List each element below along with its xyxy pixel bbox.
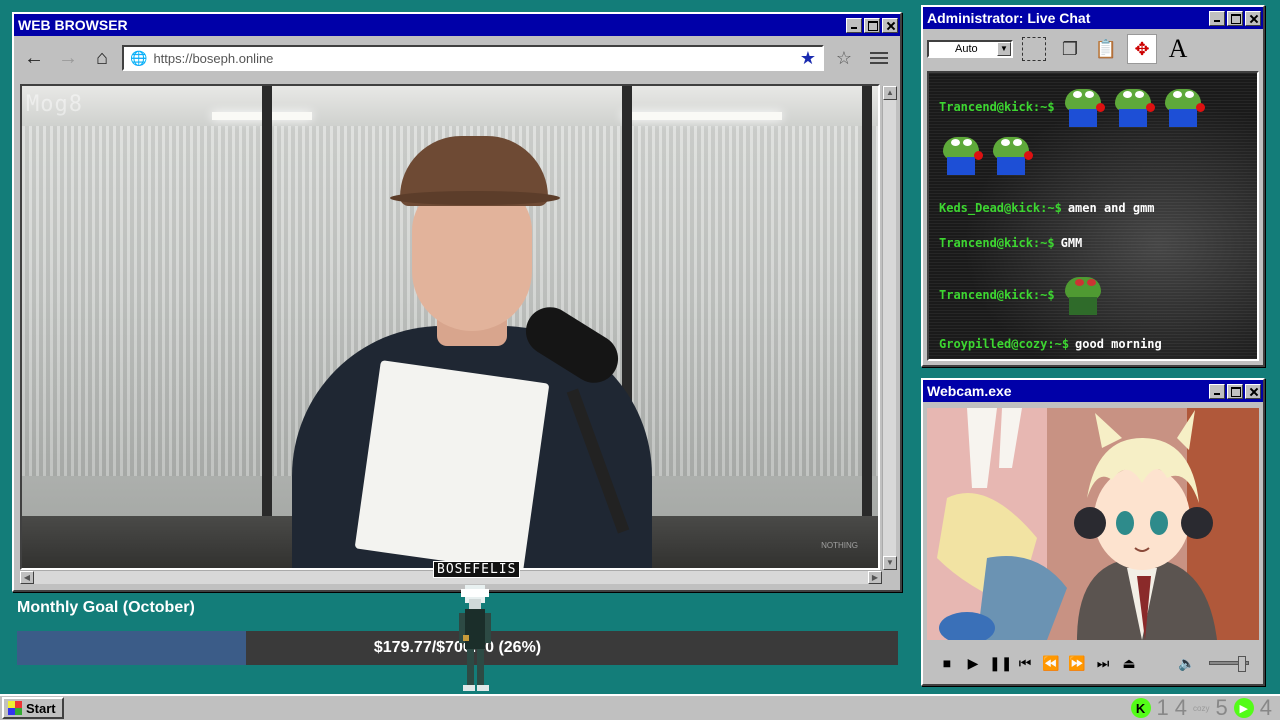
menu-icon[interactable] [864,52,894,64]
chat-username: Keds_Dead@kick:~$ [939,201,1062,215]
url-input[interactable] [153,50,794,66]
taskbar: Start K 1 4 cozy 5 ▶ 4 [0,694,1280,720]
maximize-button[interactable] [1227,383,1243,399]
media-controls: ■ ▶ ❚❚ ⏮ ⏪ ⏩ ⏭ ⏏ 🔈 [927,646,1259,680]
forward-arrow-icon[interactable]: → [54,44,82,72]
volume-icon[interactable]: 🔈 [1177,655,1197,672]
angry-frog-emote-icon [1061,275,1105,315]
select-tool-icon[interactable] [1019,34,1049,64]
video-frame: Mog8 NOTHING [22,86,878,568]
frog-emote-icon [989,135,1033,175]
chat-message: Groypilled@cozy:~$ good morning [939,337,1162,351]
browser-window: WEB BROWSER ← → ⌂ 🌐 ★ ☆ [12,12,902,592]
start-label: Start [26,700,56,716]
chat-username: Groypilled@cozy:~$ [939,337,1070,351]
browser-title: WEB BROWSER [18,17,128,33]
chat-text: GMM [1060,236,1083,250]
browser-toolbar: ← → ⌂ 🌐 ★ ☆ [14,36,900,80]
chat-message: Keds_Dead@kick:~$ amen and gmm [939,201,1155,215]
frog-emote-icon [1161,87,1205,127]
chat-message: Trancend@kick:~$ GMM [939,236,1082,250]
windows-logo-icon [8,701,22,715]
tray-count-3: 5 [1215,695,1228,720]
scroll-up-icon[interactable]: ▲ [883,86,897,100]
system-tray: K 1 4 cozy 5 ▶ 4 [1130,695,1272,720]
frog-emote-icon [939,135,983,175]
pause-icon[interactable]: ❚❚ [989,655,1012,672]
stop-icon[interactable]: ■ [937,655,957,671]
video-watermark: Mog8 [26,92,83,117]
skip-forward-icon[interactable]: ⏭ [1093,655,1113,672]
move-icon[interactable]: ✥ [1127,34,1157,64]
kick-logo-icon[interactable]: K [1130,698,1151,718]
scroll-left-icon[interactable]: ◀ [20,571,34,584]
globe-icon: 🌐 [130,49,148,66]
webcam-feed [927,408,1259,640]
start-button[interactable]: Start [2,697,64,719]
paste-icon[interactable]: 📋 [1091,34,1121,64]
font-icon[interactable]: A [1163,34,1193,64]
scroll-down-icon[interactable]: ▼ [883,556,897,570]
maximize-button[interactable] [1227,10,1243,26]
webcam-window: Webcam.exe ■ ▶ ❚❚ ⏮ ⏪ ⏩ ⏭ ⏏ 🔈 [921,378,1265,686]
chat-username: Trancend@kick:~$ [939,288,1055,302]
auto-select[interactable]: Auto ▼ [927,40,1013,58]
play-icon[interactable]: ▶ [963,655,983,672]
close-button[interactable] [1245,383,1261,399]
skip-back-icon[interactable]: ⏮ [1015,655,1035,672]
chat-text: good morning [1075,337,1162,351]
chat-message: Trancend@kick:~$ [939,87,1205,127]
video-corner-mark: NOTHING [821,541,858,550]
live-chat-window: Administrator: Live Chat Auto ▼ ❐ 📋 ✥ A … [921,5,1265,367]
anime-avatar-illustration [927,408,1259,640]
chat-username: Trancend@kick:~$ [939,100,1055,114]
minimize-button[interactable] [846,17,862,33]
bookmarked-star-icon[interactable]: ★ [800,48,816,69]
copy-icon[interactable]: ❐ [1055,34,1085,64]
goal-title: Monthly Goal (October) [17,599,195,616]
frog-emote-icon [1061,87,1105,127]
back-arrow-icon[interactable]: ← [20,44,48,72]
rumble-logo-icon[interactable]: ▶ [1233,698,1254,718]
cozy-logo[interactable]: cozy [1193,704,1209,713]
minimize-button[interactable] [1209,10,1225,26]
chat-toolbar: Auto ▼ ❐ 📋 ✥ A [923,29,1263,69]
frog-emote-icon [1111,87,1155,127]
chat-log[interactable]: Trancend@kick:~$ Keds_Dead@kick:~$ amen … [927,71,1259,361]
close-button[interactable] [1245,10,1261,26]
chat-message: Trancend@kick:~$ [939,275,1105,315]
tray-count-1: 1 [1156,695,1169,720]
webcam-title: Webcam.exe [927,383,1012,399]
home-icon[interactable]: ⌂ [88,44,116,72]
video-player[interactable]: Mog8 NOTHING [20,84,880,570]
chat-title: Administrator: Live Chat [927,10,1091,26]
close-button[interactable] [882,17,898,33]
maximize-button[interactable] [864,17,880,33]
eject-icon[interactable]: ⏏ [1119,655,1139,672]
address-bar[interactable]: 🌐 ★ [122,45,824,71]
fast-forward-icon[interactable]: ⏩ [1067,655,1087,672]
scroll-right-icon[interactable]: ▶ [868,571,882,584]
sprite-name-tag: BOSEFELIS [433,561,521,578]
chat-titlebar[interactable]: Administrator: Live Chat [923,7,1263,29]
minimize-button[interactable] [1209,383,1225,399]
tray-count-4: 4 [1259,695,1272,720]
chevron-down-icon[interactable]: ▼ [997,42,1011,56]
bookmark-star-icon[interactable]: ☆ [830,48,858,69]
volume-slider[interactable] [1209,656,1249,672]
webcam-titlebar[interactable]: Webcam.exe [923,380,1263,402]
chat-text: amen and gmm [1067,201,1155,215]
chat-message-continued [939,135,1033,175]
tray-count-2: 4 [1174,695,1188,720]
pixel-character-sprite [459,585,491,691]
chat-username: Trancend@kick:~$ [939,236,1055,250]
browser-titlebar[interactable]: WEB BROWSER [14,14,900,36]
auto-select-value: Auto [955,43,978,55]
rewind-icon[interactable]: ⏪ [1041,655,1061,672]
paper-sheet [354,360,550,568]
vertical-scrollbar[interactable]: ▲ ▼ [882,86,897,570]
